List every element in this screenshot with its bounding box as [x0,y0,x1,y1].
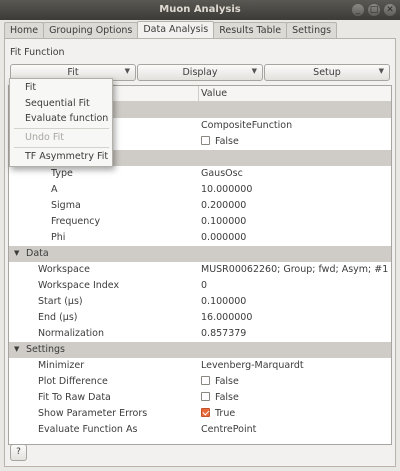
tab-grouping-options[interactable]: Grouping Options [43,22,139,39]
expand-arrow-icon[interactable]: ▼ [14,249,19,257]
fit-dropdown-label: Fit [67,67,79,78]
menu-item-fit[interactable]: Fit [25,82,36,93]
function-type-row[interactable]: Type GausOsc [9,166,391,182]
menu-item-evaluate-function[interactable]: Evaluate function [25,113,108,124]
function-type-value: GausOsc [201,168,243,179]
menu-item-sequential-fit[interactable]: Sequential Fit [25,98,90,109]
setting-value: False [215,376,239,387]
data-row-start[interactable]: Start (μs) 0.100000 [9,294,391,310]
settings-group-label: Settings [26,344,65,355]
close-button[interactable]: ✕ [384,4,396,16]
data-row-workspace-index[interactable]: Workspace Index 0 [9,278,391,294]
param-row-sigma[interactable]: Sigma 0.200000 [9,198,391,214]
data-row-value[interactable]: 0.100000 [201,296,246,307]
param-row-frequency[interactable]: Frequency 0.100000 [9,214,391,230]
checkbox[interactable] [201,136,210,145]
setting-value: True [215,408,236,419]
display-dropdown-label: Display [182,67,218,78]
param-name: Frequency [51,216,101,227]
data-group-label: Data [26,248,49,259]
window-title: Muon Analysis [159,4,241,15]
minimize-button[interactable]: _ [352,4,364,16]
data-row-value[interactable]: 16.000000 [201,312,252,323]
param-row-phi[interactable]: Phi 0.000000 [9,230,391,246]
param-name: A [51,184,58,195]
param-name: Sigma [51,200,81,211]
function-flag-value: False [215,136,239,147]
data-row-name: Workspace [38,264,90,275]
setting-name: Show Parameter Errors [38,408,148,419]
menu-item-undo-fit: Undo Fit [25,132,64,143]
setting-value: False [215,392,239,403]
setting-name: Plot Difference [38,376,108,387]
param-value[interactable]: 0.200000 [201,200,246,211]
display-dropdown[interactable]: Display ▼ [137,64,263,81]
setting-value[interactable]: Levenberg-Marquardt [201,360,304,371]
setting-name: Fit To Raw Data [38,392,111,403]
data-row-value[interactable]: 0.857379 [201,328,246,339]
setup-dropdown-label: Setup [313,67,341,78]
setting-row-evaluate-as[interactable]: Evaluate Function As CentrePoint [9,422,391,438]
maximize-button[interactable]: □ [368,4,380,16]
menu-item-tf-asymmetry-fit[interactable]: TF Asymmetry Fit [25,151,108,162]
value-column-header: Value [201,88,228,99]
setting-row-plot-difference[interactable]: Plot Difference False [9,374,391,390]
checkbox[interactable] [201,376,210,385]
tab-settings[interactable]: Settings [286,22,338,39]
tab-results-table[interactable]: Results Table [213,22,288,39]
checkbox-checked[interactable] [201,408,210,417]
data-row-name: Start (μs) [38,296,83,307]
data-row-end[interactable]: End (μs) 16.000000 [9,310,391,326]
menu-separator [14,147,109,148]
setting-row-show-errors[interactable]: Show Parameter Errors True [9,406,391,422]
chevron-down-icon: ▼ [124,67,130,75]
chevron-down-icon: ▼ [251,67,257,75]
setting-name: Minimizer [38,360,85,371]
setup-dropdown[interactable]: Setup ▼ [264,64,390,81]
param-value[interactable]: 10.000000 [201,184,252,195]
param-name: Phi [51,232,66,243]
data-group-row[interactable]: ▼ Data [9,246,391,262]
fit-menu: Fit Sequential Fit Evaluate function Und… [9,78,113,167]
setting-value[interactable]: CentrePoint [201,424,256,435]
data-row-name: Normalization [38,328,105,339]
chevron-down-icon: ▼ [378,67,384,75]
function-type-label: Type [51,168,73,179]
data-row-name: Workspace Index [38,280,120,291]
data-row-workspace[interactable]: Workspace MUSR00062260; Group; fwd; Asym… [9,262,391,278]
fit-function-label: Fit Function [10,47,65,58]
tab-bar: Home Grouping Options Data Analysis Resu… [4,21,338,39]
data-row-normalization[interactable]: Normalization 0.857379 [9,326,391,342]
composite-function-value: CompositeFunction [201,120,293,131]
data-row-name: End (μs) [38,312,78,323]
data-row-value[interactable]: 0 [201,280,207,291]
tab-data-analysis[interactable]: Data Analysis [137,21,215,39]
param-value[interactable]: 0.100000 [201,216,246,227]
tab-home[interactable]: Home [4,22,45,39]
settings-group-row[interactable]: ▼ Settings [9,342,391,358]
setting-row-minimizer[interactable]: Minimizer Levenberg-Marquardt [9,358,391,374]
param-value[interactable]: 0.000000 [201,232,246,243]
checkbox[interactable] [201,392,210,401]
expand-arrow-icon[interactable]: ▼ [14,345,19,353]
column-separator[interactable] [198,86,199,102]
title-bar: Muon Analysis _ □ ✕ [0,0,400,20]
data-row-value[interactable]: MUSR00062260; Group; fwd; Asym; #1 [201,264,388,275]
menu-separator [14,128,109,129]
setting-name: Evaluate Function As [38,424,138,435]
help-button[interactable]: ? [10,444,27,461]
param-row-a[interactable]: A 10.000000 [9,182,391,198]
setting-row-fit-to-raw[interactable]: Fit To Raw Data False [9,390,391,406]
